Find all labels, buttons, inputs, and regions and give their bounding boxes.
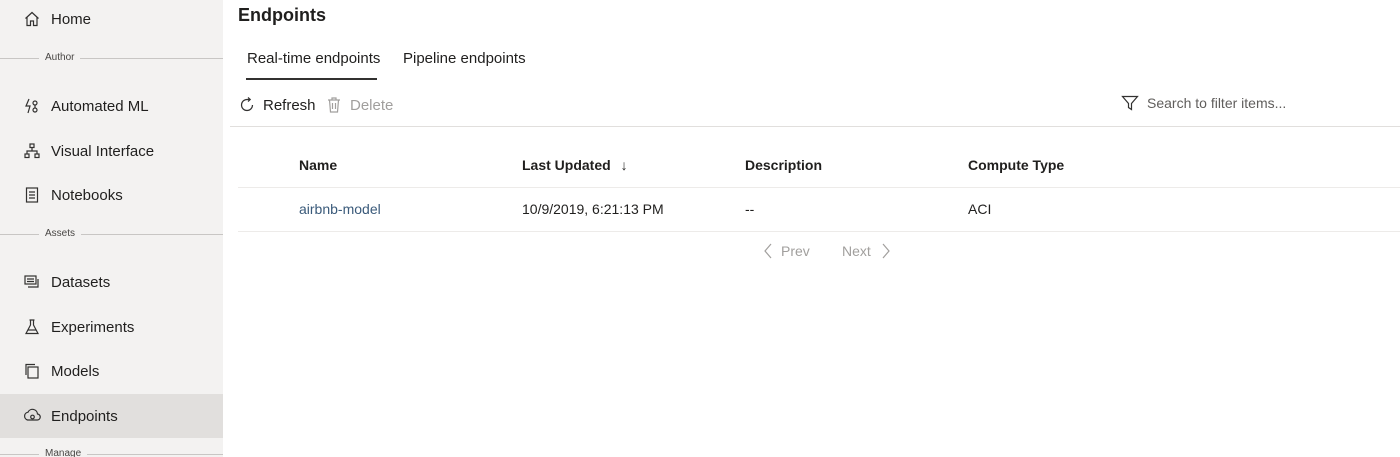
trash-icon [325,96,343,114]
toolbar-divider [230,126,1400,127]
sidebar-item-models[interactable]: Models [0,349,223,393]
sidebar-item-label: Home [51,10,92,28]
column-header-name[interactable]: Name [299,157,337,173]
section-label: Manage [39,446,88,457]
endpoints-icon [22,406,42,426]
sidebar-item-home[interactable]: Home [0,0,223,41]
notebook-icon [22,185,42,205]
sidebar-item-visual-interface[interactable]: Visual Interface [0,129,223,173]
column-header-description[interactable]: Description [745,157,822,173]
sidebar-item-endpoints[interactable]: Endpoints [0,394,223,438]
delete-button[interactable]: Delete [325,95,393,115]
header-divider [238,187,1400,188]
chevron-right-icon [881,243,891,259]
sidebar-item-label: Automated ML [51,97,149,115]
sidebar-item-experiments[interactable]: Experiments [0,305,223,349]
automated-ml-icon [22,96,42,116]
section-label: Assets [39,226,82,242]
sidebar-item-label: Endpoints [51,407,118,425]
delete-label: Delete [350,96,394,114]
prev-label: Prev [781,243,810,259]
tab-pipeline-endpoints[interactable]: Pipeline endpoints [403,50,526,67]
column-header-last-updated[interactable]: Last Updated ↓ [522,157,628,173]
sidebar-item-notebooks[interactable]: Notebooks [0,173,223,217]
section-assets: Assets [0,226,223,242]
next-label: Next [842,243,871,259]
sidebar-item-label: Datasets [51,273,111,291]
section-manage: Manage [0,446,223,457]
row-divider [238,231,1400,232]
selected-tab-indicator [246,78,377,80]
sidebar: Home Author Automated ML Visual Interfac… [0,0,223,457]
sort-down-icon: ↓ [620,157,628,173]
main-content: Endpoints Real-time endpoints Pipeline e… [223,0,1400,457]
column-header-label: Last Updated [522,157,611,173]
search-placeholder: Search to filter items... [1147,95,1287,111]
search-filter-input[interactable]: Search to filter items... [1121,92,1391,114]
datasets-icon [22,272,42,292]
next-page-button[interactable]: Next [842,243,891,259]
cell-last-updated: 10/9/2019, 6:21:13 PM [522,201,664,217]
sidebar-item-automated-ml[interactable]: Automated ML [0,84,223,128]
tab-real-time-endpoints[interactable]: Real-time endpoints [247,50,380,67]
cell-description: -- [745,201,755,217]
prev-page-button[interactable]: Prev [763,243,810,259]
page-title: Endpoints [238,5,326,25]
sidebar-item-label: Experiments [51,318,135,336]
sidebar-item-label: Visual Interface [51,142,155,160]
endpoint-name-link[interactable]: airbnb-model [299,201,381,217]
sidebar-item-label: Notebooks [51,186,123,204]
sidebar-item-label: Models [51,362,100,380]
app-window: Home Author Automated ML Visual Interfac… [0,0,1400,457]
column-header-compute-type[interactable]: Compute Type [968,157,1064,173]
section-label: Author [39,50,81,66]
section-author: Author [0,50,223,66]
cell-compute-type: ACI [968,201,992,217]
home-icon [22,9,42,29]
refresh-icon [238,96,256,114]
refresh-label: Refresh [263,96,316,114]
refresh-button[interactable]: Refresh [238,95,316,115]
chevron-left-icon [763,243,773,259]
visual-interface-icon [22,141,42,161]
sidebar-item-datasets[interactable]: Datasets [0,260,223,304]
filter-icon [1121,94,1139,112]
models-icon [22,361,42,381]
flask-icon [22,317,42,337]
